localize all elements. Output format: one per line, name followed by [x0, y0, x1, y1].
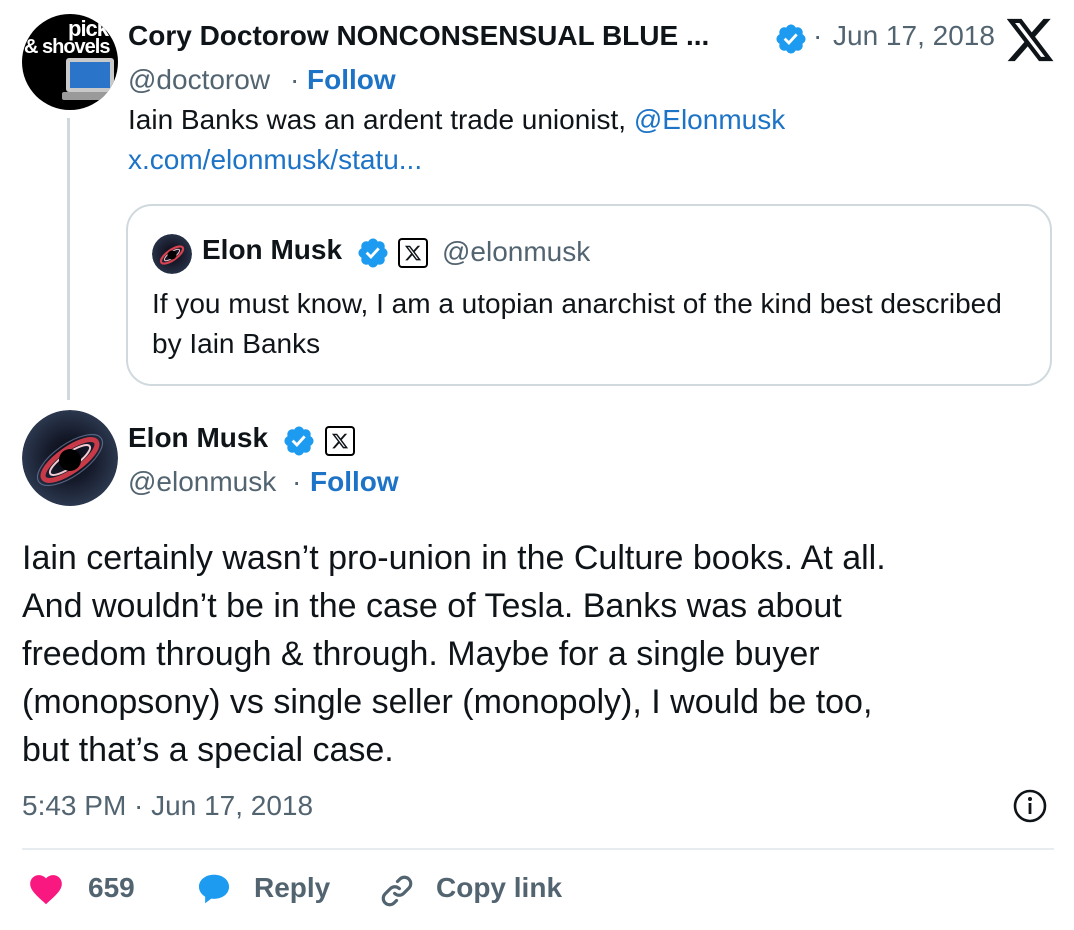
- link-icon[interactable]: [378, 872, 416, 910]
- elon-musk-avatar[interactable]: [22, 410, 118, 506]
- avatar-laptop-screen: [70, 62, 110, 88]
- quoted-tweet-text: If you must know, I am a utopian anarchi…: [152, 288, 1002, 359]
- follow-doctorow-button[interactable]: Follow: [307, 64, 396, 96]
- main-handle[interactable]: @elonmusk: [128, 466, 276, 498]
- heart-icon[interactable]: [26, 870, 66, 908]
- main-display-name[interactable]: Elon Musk: [128, 422, 268, 454]
- thread-connector-line: [67, 118, 70, 400]
- doctorow-avatar[interactable]: picks & shovels: [22, 14, 118, 110]
- avatar-laptop-base: [62, 92, 118, 100]
- verified-badge-icon: [776, 24, 806, 54]
- info-icon[interactable]: [1012, 788, 1048, 824]
- reply-button[interactable]: Reply: [254, 872, 330, 904]
- x-affiliate-badge-icon: [325, 426, 355, 456]
- tweet-timestamp[interactable]: 5:43 PM · Jun 17, 2018: [22, 790, 313, 822]
- verified-badge-icon: [284, 426, 314, 456]
- tweet-text-line: And wouldn’t be in the case of Tesla. Ba…: [22, 587, 842, 625]
- main-tweet-text: Iain certainly wasn’t pro-union in the C…: [22, 534, 1062, 774]
- parent-display-name[interactable]: Cory Doctorow NONCONSENSUAL BLUE ...: [128, 20, 709, 52]
- mention-link[interactable]: @Elonmusk: [634, 104, 785, 135]
- tweet-text-line: but that’s a special case.: [22, 731, 394, 769]
- verified-badge-icon: [358, 238, 388, 268]
- follow-elonmusk-button[interactable]: Follow: [310, 466, 399, 498]
- parent-date[interactable]: Jun 17, 2018: [833, 20, 995, 52]
- parent-tweet-text: Iain Banks was an ardent trade unionist,…: [128, 104, 785, 136]
- copy-link-button[interactable]: Copy link: [436, 872, 562, 904]
- like-count[interactable]: 659: [88, 872, 135, 904]
- reply-bubble-icon[interactable]: [194, 870, 234, 908]
- tweet-text-line: (monopsony) vs single seller (monopoly),…: [22, 683, 873, 721]
- parent-handle[interactable]: @doctorow: [128, 64, 270, 96]
- x-affiliate-badge-icon: [398, 238, 428, 268]
- parent-text-prefix: Iain Banks was an ardent trade unionist,: [128, 104, 634, 135]
- status-link[interactable]: x.com/elonmusk/statu...: [128, 144, 422, 176]
- quoted-display-name[interactable]: Elon Musk: [202, 234, 342, 266]
- divider: [22, 848, 1054, 850]
- quoted-handle[interactable]: @elonmusk: [442, 236, 590, 268]
- handle-separator: ·: [292, 466, 302, 497]
- tweet-text-line: freedom through & through. Maybe for a s…: [22, 635, 820, 673]
- tweet-text-line: Iain certainly wasn’t pro-union in the C…: [22, 539, 886, 577]
- avatar-logo-text-bottom: & shovels: [24, 36, 110, 58]
- date-separator: ·: [813, 20, 823, 51]
- quoted-avatar[interactable]: [152, 234, 192, 274]
- x-logo-icon[interactable]: [1004, 14, 1056, 66]
- handle-separator: ·: [290, 64, 300, 95]
